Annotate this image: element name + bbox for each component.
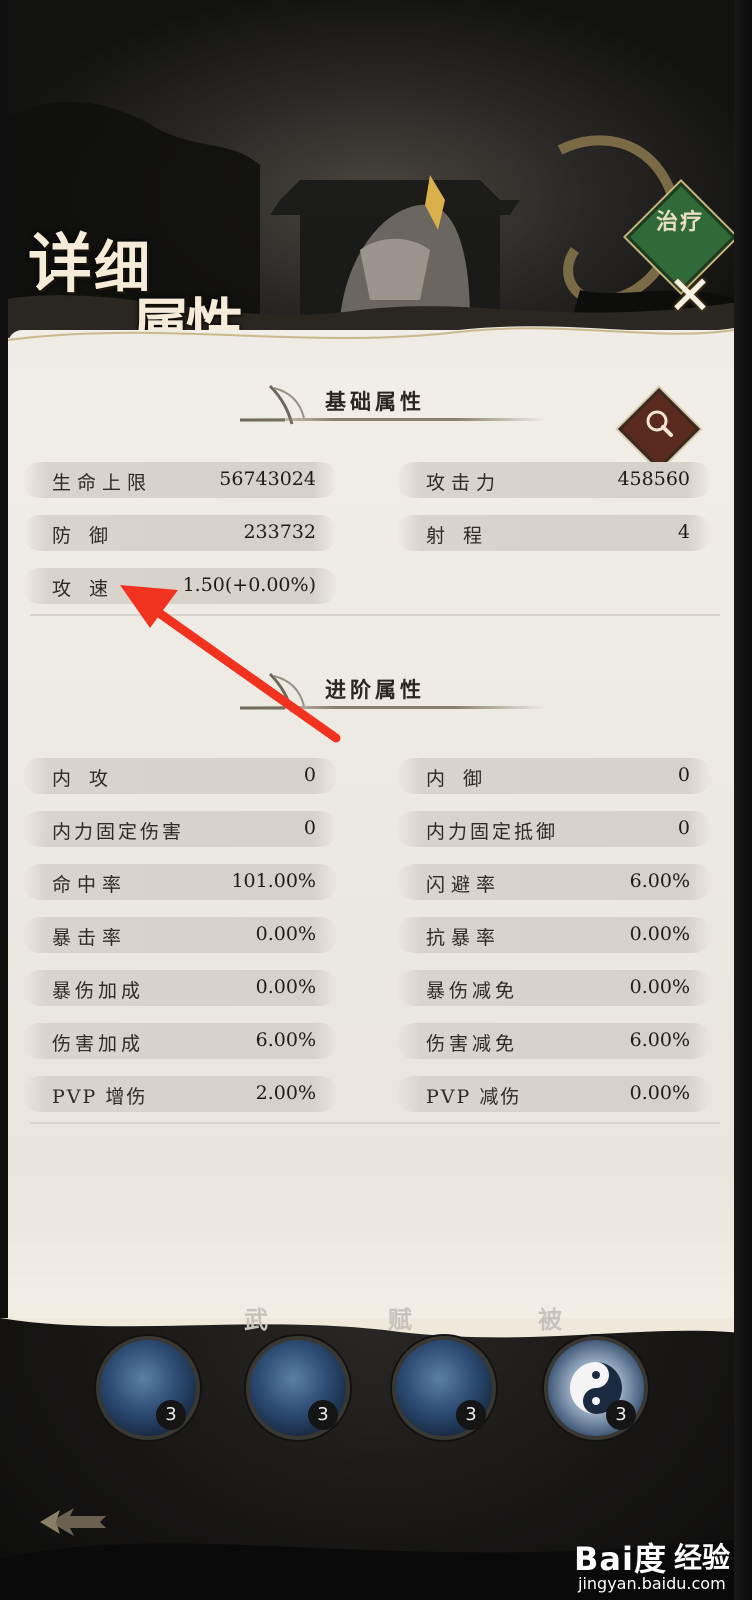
basic-section-underline [245,418,545,421]
stat-label: PVP 减伤 [426,1086,522,1108]
stat-label: PVP 增伤 [52,1086,148,1108]
skill-4-level: 3 [606,1400,636,1430]
stat-value: 6.00% [629,1029,690,1051]
stat-label: 闪避率 [426,874,502,896]
stat-value: 0.00% [629,976,690,998]
stat-value: 1.50(+0.00%) [182,574,316,596]
stat-label: 命中率 [52,874,128,896]
skill-4-tag: 被 [538,1305,562,1334]
role-badge-label: 治疗 [655,209,704,235]
stat-value: 0.00% [629,923,690,945]
search-icon [646,410,673,437]
stat-inner-fixed-damage: 内力固定伤害 0 [22,811,338,847]
stat-crit-damage-reduction: 暴伤减免 0.00% [396,970,712,1006]
skill-1-icon[interactable] [96,1336,200,1440]
skill-2-level: 3 [308,1400,338,1430]
stat-label: 攻击力 [426,472,502,494]
watermark-text: 经验 [674,1541,731,1574]
game-screen: 详 细 属 性 治疗 ✕ 基础属性 生命上限 56743024 攻击力 4585… [0,0,752,1600]
stat-value: 0 [677,817,690,839]
advanced-section-divider [30,1122,720,1124]
stat-dodge-rate: 闪避率 6.00% [396,864,712,900]
stat-value: 2.00% [255,1082,316,1104]
back-arrow-icon[interactable] [30,1502,110,1542]
stat-value: 0.00% [255,923,316,945]
stat-label: 内 御 [426,768,489,790]
stat-label: 伤害加成 [52,1033,145,1055]
stat-value: 0 [303,764,316,786]
stat-crit-resist: 抗暴率 0.00% [396,917,712,953]
advanced-section-underline [245,706,545,709]
stat-damage-bonus: 伤害加成 6.00% [22,1023,338,1059]
stat-label: 生命上限 [52,472,153,494]
stat-value: 6.00% [629,870,690,892]
advanced-section-header: 进阶属性 [230,666,560,722]
stat-label: 抗暴率 [426,927,502,949]
stat-label: 防 御 [52,525,115,547]
stat-defense: 防 御 233732 [22,515,338,551]
stat-value: 0.00% [629,1082,690,1104]
stat-value: 0.00% [255,976,316,998]
basic-section-header: 基础属性 [230,378,560,434]
baidu-jingyan-watermark: Bai度 经验 jingyan.baidu.com [574,1534,734,1594]
stat-hit-rate: 命中率 101.00% [22,864,338,900]
stat-value: 0 [303,817,316,839]
close-button[interactable]: ✕ [664,269,716,323]
title-char-1: 详 [28,227,92,302]
skill-3-tag: 赋 [388,1305,412,1334]
stat-crit-rate: 暴击率 0.00% [22,917,338,953]
stat-value: 101.00% [231,870,316,892]
basic-section-divider [30,614,720,616]
stat-inner-defense: 内 御 0 [396,758,712,794]
panel-top-ink [8,326,734,368]
skill-2-tag: 武 [244,1305,268,1334]
stat-label: 攻 速 [52,578,115,600]
stat-value: 233732 [243,521,316,543]
stat-label: 射 程 [426,525,489,547]
stat-hp: 生命上限 56743024 [22,462,338,498]
stat-pvp-damage-bonus: PVP 增伤 2.00% [22,1076,338,1112]
stat-label: 暴伤减免 [426,980,519,1002]
stat-pvp-damage-reduction: PVP 减伤 0.00% [396,1076,712,1112]
stat-label: 内 攻 [52,768,115,790]
stat-value: 4 [677,521,690,543]
basic-section-title: 基础属性 [325,389,425,414]
stat-label: 暴击率 [52,927,128,949]
stat-label: 内力固定伤害 [52,821,185,843]
stat-range: 射 程 4 [396,515,712,551]
stat-value: 56743024 [219,468,316,490]
stat-value: 6.00% [255,1029,316,1051]
advanced-section-title: 进阶属性 [325,677,425,702]
stat-crit-damage-bonus: 暴伤加成 0.00% [22,970,338,1006]
stat-value: 0 [677,764,690,786]
stat-inner-fixed-resist: 内力固定抵御 0 [396,811,712,847]
stat-label: 内力固定抵御 [426,821,559,843]
skill-1-level: 3 [156,1400,186,1430]
stat-inner-attack: 内 攻 0 [22,758,338,794]
stat-label: 暴伤加成 [52,980,145,1002]
stat-attack: 攻击力 458560 [396,462,712,498]
stat-attack-speed: 攻 速 1.50(+0.00%) [22,568,338,604]
stat-damage-reduction: 伤害减免 6.00% [396,1023,712,1059]
skill-3-level: 3 [456,1400,486,1430]
watermark-url: jingyan.baidu.com [578,1574,726,1593]
stat-value: 458560 [617,468,690,490]
stat-label: 伤害减免 [426,1033,519,1055]
right-edge [734,0,752,1600]
